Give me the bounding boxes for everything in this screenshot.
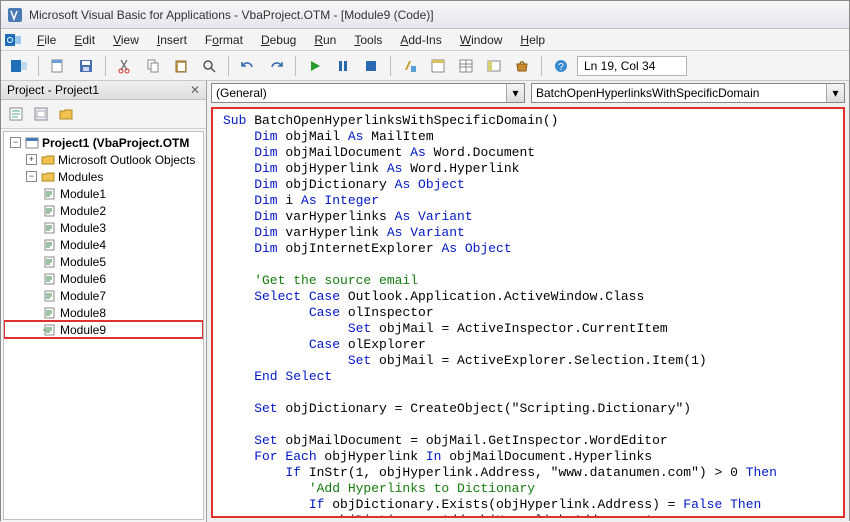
code-dropdown-bar: (General) ▾ BatchOpenHyperlinksWithSpeci… [207,81,849,105]
project-tree[interactable]: − Project1 (VbaProject.OTM + Microsoft O… [3,131,204,520]
svg-text:?: ? [558,62,564,73]
separator [228,56,229,76]
menu-format[interactable]: Format [197,31,251,49]
window-title: Microsoft Visual Basic for Applications … [29,8,434,22]
tree-modules-folder[interactable]: − Modules [4,168,203,185]
tree-module-item[interactable]: Module1 [4,185,203,202]
folder-icon [40,169,56,185]
view-object-button[interactable] [30,103,52,125]
tree-module-item[interactable]: Module8 [4,304,203,321]
tree-module-item-selected[interactable]: Module9 [4,321,203,338]
close-icon[interactable]: ✕ [190,83,200,97]
main-area: Project - Project1 ✕ − Project1 (VbaProj… [1,81,849,522]
collapse-icon[interactable]: − [10,137,21,148]
menu-addins[interactable]: Add-Ins [392,31,449,49]
find-button[interactable] [197,54,221,78]
tree-module-item[interactable]: Module2 [4,202,203,219]
module-icon [42,254,58,270]
tree-module-item[interactable]: Module6 [4,270,203,287]
module-icon [42,322,58,338]
module-icon [42,237,58,253]
properties-button[interactable] [454,54,478,78]
module-icon [42,203,58,219]
module-icon [42,220,58,236]
separator [390,56,391,76]
module-icon [42,186,58,202]
toolbar: ? Ln 19, Col 34 [1,51,849,81]
menu-run[interactable]: Run [306,31,344,49]
menu-insert[interactable]: Insert [149,31,195,49]
separator [38,56,39,76]
titlebar: Microsoft Visual Basic for Applications … [1,1,849,29]
redo-button[interactable] [264,54,288,78]
code-editor[interactable]: Sub BatchOpenHyperlinksWithSpecificDomai… [211,107,845,518]
chevron-down-icon[interactable]: ▾ [826,84,844,102]
design-mode-button[interactable] [398,54,422,78]
vba-app-icon [7,7,23,23]
paste-button[interactable] [169,54,193,78]
project-explorer-title: Project - Project1 ✕ [1,81,206,100]
project-explorer-toolbar [1,100,206,129]
break-button[interactable] [331,54,355,78]
undo-button[interactable] [236,54,260,78]
view-outlook-button[interactable] [7,54,31,78]
outlook-icon[interactable] [5,32,21,48]
run-button[interactable] [303,54,327,78]
menu-window[interactable]: Window [452,31,511,49]
menu-help[interactable]: Help [512,31,553,49]
object-browser-button[interactable] [482,54,506,78]
menu-view[interactable]: View [105,31,147,49]
copy-button[interactable] [141,54,165,78]
reset-button[interactable] [359,54,383,78]
collapse-icon[interactable]: − [26,171,37,182]
menu-file[interactable]: File [29,31,64,49]
tree-module-item[interactable]: Module7 [4,287,203,304]
separator [105,56,106,76]
separator [541,56,542,76]
project-explorer: Project - Project1 ✕ − Project1 (VbaProj… [1,81,207,522]
expand-icon[interactable]: + [26,154,37,165]
project-explorer-button[interactable] [426,54,450,78]
module-icon [42,271,58,287]
tree-outlook-objects[interactable]: + Microsoft Outlook Objects [4,151,203,168]
menu-edit[interactable]: Edit [66,31,103,49]
folder-icon [40,152,56,168]
object-dropdown[interactable]: (General) ▾ [211,83,525,103]
toggle-folders-button[interactable] [55,103,77,125]
menu-tools[interactable]: Tools [346,31,390,49]
project-icon [24,135,40,151]
tree-module-item[interactable]: Module4 [4,236,203,253]
toolbox-button[interactable] [510,54,534,78]
chevron-down-icon[interactable]: ▾ [506,84,524,102]
help-button[interactable]: ? [549,54,573,78]
module-icon [42,305,58,321]
tree-root[interactable]: − Project1 (VbaProject.OTM [4,134,203,151]
menubar: File Edit View Insert Format Debug Run T… [1,29,849,51]
menu-debug[interactable]: Debug [253,31,304,49]
procedure-dropdown[interactable]: BatchOpenHyperlinksWithSpecificDomain ▾ [531,83,845,103]
code-pane: (General) ▾ BatchOpenHyperlinksWithSpeci… [207,81,849,522]
separator [295,56,296,76]
cursor-position: Ln 19, Col 34 [577,56,687,76]
tree-module-item[interactable]: Module5 [4,253,203,270]
cut-button[interactable] [113,54,137,78]
module-icon [42,288,58,304]
insert-module-button[interactable] [46,54,70,78]
tree-module-item[interactable]: Module3 [4,219,203,236]
view-code-button[interactable] [5,103,27,125]
save-button[interactable] [74,54,98,78]
